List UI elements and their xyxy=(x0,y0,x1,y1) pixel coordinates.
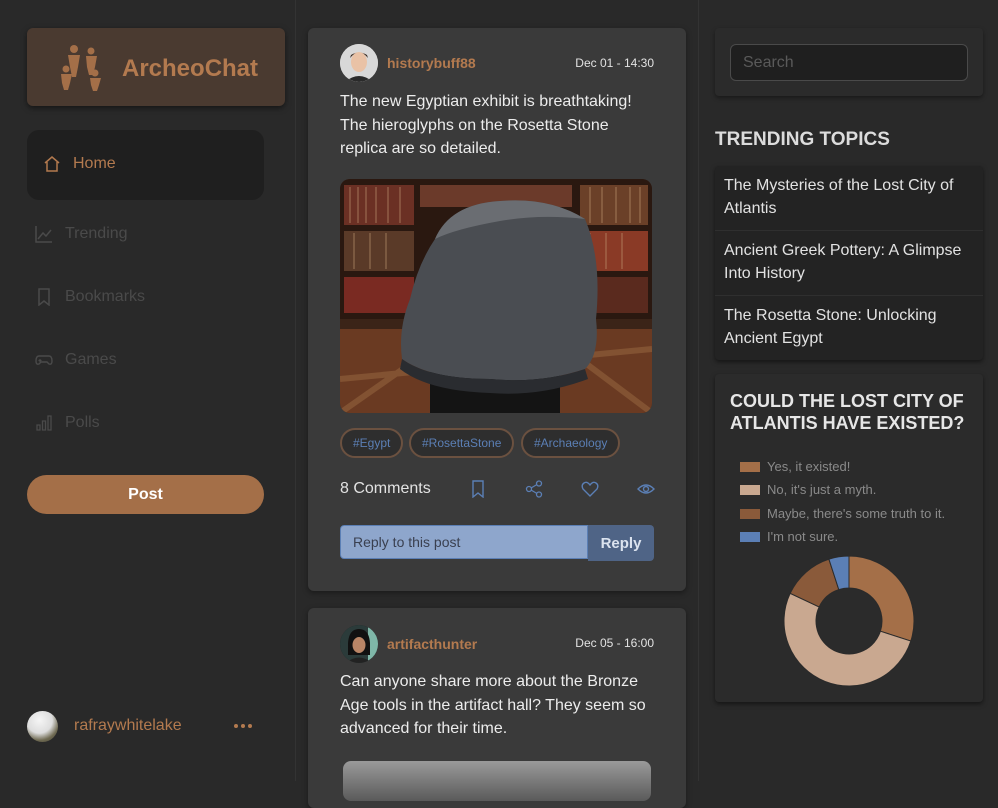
share-icon[interactable] xyxy=(525,480,543,498)
user-face-icon xyxy=(340,44,378,82)
current-user-name[interactable]: rafraywhitelake xyxy=(74,717,182,735)
user-avatar[interactable] xyxy=(27,710,58,742)
poll-legend-item[interactable]: Maybe, there's some truth to it. xyxy=(740,506,945,521)
donut-slice[interactable] xyxy=(848,555,915,642)
search-panel: Search xyxy=(715,28,983,96)
nav-label-games: Games xyxy=(65,351,117,368)
legend-label: No, it's just a myth. xyxy=(767,482,877,497)
post-card: historybuff88 Dec 01 - 14:30 The new Egy… xyxy=(308,28,686,591)
nav-item-trending[interactable]: Trending xyxy=(35,222,128,246)
logo[interactable]: ArcheoChat xyxy=(27,28,285,106)
legend-swatch xyxy=(740,461,760,472)
bar-chart-icon xyxy=(36,415,52,431)
legend-swatch xyxy=(740,484,760,495)
rosetta-stone-image xyxy=(340,179,652,413)
reply-form: Reply to this post Reply xyxy=(340,525,654,561)
poll-donut-chart xyxy=(783,555,915,687)
legend-swatch xyxy=(740,508,760,519)
poll-legend-item[interactable]: No, it's just a myth. xyxy=(740,482,876,497)
reply-button[interactable]: Reply xyxy=(588,525,654,561)
legend-swatch xyxy=(740,531,760,542)
bookmark-icon[interactable] xyxy=(469,480,487,498)
nav-item-home[interactable]: Home xyxy=(43,152,116,176)
legend-label: Maybe, there's some truth to it. xyxy=(767,506,946,521)
left-sidebar: ArcheoChat Home Trending Bookmarks Games… xyxy=(0,0,296,781)
bookmark-icon xyxy=(38,288,50,306)
poll-question: COULD THE LOST CITY OF ATLANTIS HAVE EXI… xyxy=(730,391,965,433)
current-user[interactable]: rafraywhitelake xyxy=(27,710,264,742)
post-avatar[interactable] xyxy=(340,625,378,663)
nav-item-games[interactable]: Games xyxy=(35,348,117,372)
post-image[interactable] xyxy=(340,179,652,413)
app-name: ArcheoChat xyxy=(122,55,259,82)
reply-input[interactable]: Reply to this post xyxy=(340,525,588,559)
post-username[interactable]: artifacthunter xyxy=(387,636,477,652)
post-timestamp: Dec 01 - 14:30 xyxy=(575,56,654,70)
comments-count[interactable]: 8 Comments xyxy=(340,480,431,498)
search-input[interactable]: Search xyxy=(730,44,968,81)
poll-legend-item[interactable]: I'm not sure. xyxy=(740,529,838,544)
nav-label-trending: Trending xyxy=(65,225,128,242)
home-icon xyxy=(44,156,60,172)
nav-label-polls: Polls xyxy=(65,414,100,431)
post-username[interactable]: historybuff88 xyxy=(387,55,476,71)
nav-label-home: Home xyxy=(73,155,116,172)
tag-egypt[interactable]: #Egypt xyxy=(340,428,404,458)
post-button[interactable]: Post xyxy=(27,475,264,514)
post-text: Can anyone share more about the Bronze A… xyxy=(340,673,646,737)
trending-icon xyxy=(35,226,52,243)
post-avatar[interactable] xyxy=(340,44,378,82)
tag-archaeology[interactable]: #Archaeology xyxy=(521,428,621,458)
heart-icon[interactable] xyxy=(581,480,599,498)
eye-icon[interactable] xyxy=(637,480,655,498)
gamepad-icon xyxy=(35,355,53,365)
poll-card: COULD THE LOST CITY OF ATLANTIS HAVE EXI… xyxy=(715,374,983,702)
nav-item-bookmarks[interactable]: Bookmarks xyxy=(35,285,145,309)
post-image[interactable] xyxy=(343,761,651,801)
post-timestamp: Dec 05 - 16:00 xyxy=(575,636,654,650)
people-logo-icon xyxy=(61,45,101,91)
trending-topic[interactable]: The Rosetta Stone: Unlocking Ancient Egy… xyxy=(715,296,983,360)
poll-legend-item[interactable]: Yes, it existed! xyxy=(740,459,850,474)
trending-title: TRENDING TOPICS xyxy=(715,129,890,150)
trending-topic[interactable]: Ancient Greek Pottery: A Glimpse Into Hi… xyxy=(715,231,983,296)
legend-label: Yes, it existed! xyxy=(767,459,851,474)
post-card: artifacthunter Dec 05 - 16:00 Can anyone… xyxy=(308,608,686,808)
trending-list: The Mysteries of the Lost City of Atlant… xyxy=(715,166,983,360)
post-text: The new Egyptian exhibit is breathtaking… xyxy=(340,93,632,157)
nav-label-bookmarks: Bookmarks xyxy=(65,288,146,305)
tag-rosettastone[interactable]: #RosettaStone xyxy=(409,428,515,458)
legend-label: I'm not sure. xyxy=(767,529,839,544)
nav-item-polls[interactable]: Polls xyxy=(35,411,100,435)
user-face-icon xyxy=(340,625,378,663)
more-options-icon[interactable] xyxy=(234,724,252,728)
trending-topic[interactable]: The Mysteries of the Lost City of Atlant… xyxy=(715,166,983,231)
column-divider xyxy=(698,0,699,781)
